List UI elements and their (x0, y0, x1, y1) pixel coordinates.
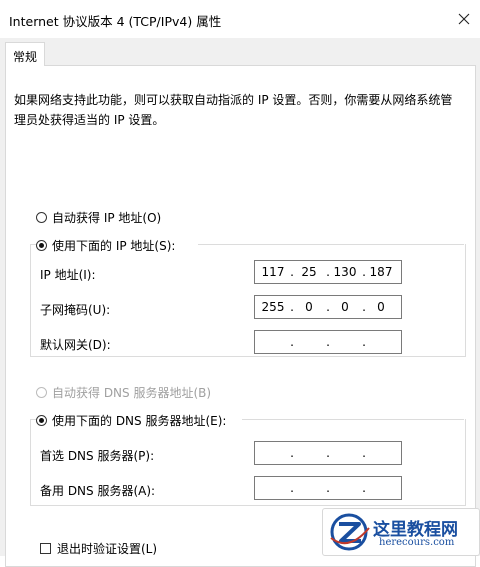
default-gateway-input[interactable]: . . . (254, 330, 402, 354)
radio-auto-ip[interactable]: 自动获得 IP 地址(O) (36, 209, 161, 226)
radio-auto-ip-label: 自动获得 IP 地址(O) (52, 211, 162, 225)
preferred-dns-input[interactable]: . . . (254, 441, 402, 465)
validate-checkbox[interactable]: 退出时验证设置(L) (40, 540, 157, 557)
ip-segment: 25 (301, 265, 317, 279)
close-button[interactable] (448, 4, 480, 34)
ip-segment: 0 (377, 300, 385, 314)
ip-segment: 0 (305, 300, 313, 314)
ip-address-input[interactable]: 117 . 25 . 130 . 187 (254, 260, 402, 284)
tab-general[interactable]: 常规 (5, 42, 45, 66)
validate-checkbox-box (40, 543, 51, 554)
title-bar: Internet 协议版本 4 (TCP/IPv4) 属性 (0, 0, 480, 38)
ip-address-label: IP 地址(I): (40, 268, 96, 282)
radio-auto-dns-label: 自动获得 DNS 服务器地址(B) (52, 386, 212, 400)
validate-checkbox-label: 退出时验证设置(L) (57, 542, 158, 556)
description-text: 如果网络支持此功能，则可以获取自动指派的 IP 设置。否则，你需要从网络系统管理… (14, 93, 453, 127)
ip-segment: 187 (369, 265, 393, 279)
subnet-mask-input[interactable]: 255 . 0 . 0 . 0 (254, 295, 402, 319)
ip-segment: 117 (261, 265, 285, 279)
radio-auto-dns[interactable]: 自动获得 DNS 服务器地址(B) (36, 384, 211, 401)
preferred-dns-label: 首选 DNS 服务器(P): (40, 449, 155, 463)
ip-segment: 130 (333, 265, 357, 279)
radio-auto-ip-circle (36, 212, 47, 223)
alternate-dns-input[interactable]: . . . (254, 476, 402, 500)
tab-general-label: 常规 (13, 50, 38, 64)
close-icon (458, 13, 470, 25)
default-gateway-label: 默认网关(D): (40, 338, 111, 352)
general-panel: 如果网络支持此功能，则可以获取自动指派的 IP 设置。否则，你需要从网络系统管理… (5, 65, 476, 567)
watermark-logo-icon (330, 513, 370, 551)
subnet-mask-label: 子网掩码(U): (40, 303, 111, 317)
window-title: Internet 协议版本 4 (TCP/IPv4) 属性 (9, 14, 222, 29)
ip-segment: 0 (341, 300, 349, 314)
watermark-url: herecours.com (379, 537, 455, 548)
ip-segment: 255 (261, 300, 285, 314)
dialog-content: 常规 如果网络支持此功能，则可以获取自动指派的 IP 设置。否则，你需要从网络系… (0, 38, 480, 567)
alternate-dns-label: 备用 DNS 服务器(A): (40, 484, 156, 498)
radio-auto-dns-circle (36, 387, 47, 398)
site-watermark: 这里教程网 herecours.com (322, 508, 480, 556)
